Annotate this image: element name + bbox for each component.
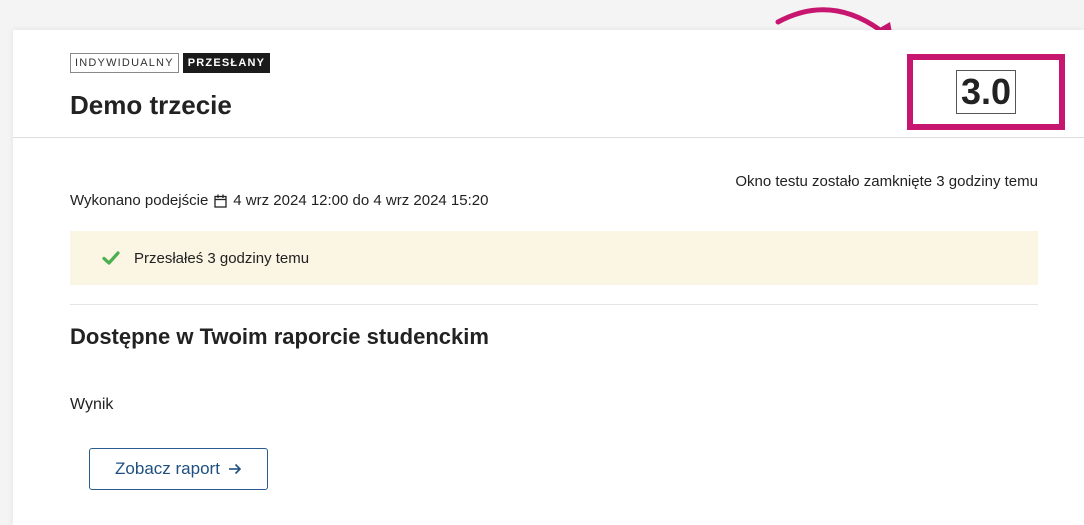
submission-message: Przesłałeś 3 godziny temu: [134, 249, 310, 267]
status-badge: PRZESŁANY: [182, 53, 271, 73]
section-title: Dostępne w Twoim raporcie studenckim: [70, 324, 489, 349]
assignment-card: INDYWIDUALNY PRZESŁANY Demo trzecie 3.0 …: [13, 30, 1084, 525]
attempt-info: Wykonano podejście 4 wrz 2024 12:00 do 4…: [70, 192, 488, 209]
header-divider: [13, 137, 1084, 138]
page-title: Demo trzecie: [70, 90, 232, 120]
submission-notice: Przesłałeś 3 godziny temu: [70, 231, 1038, 285]
type-badge: INDYWIDUALNY: [70, 53, 179, 73]
view-report-label: Zobacz raport: [115, 459, 220, 478]
section-divider: [70, 304, 1038, 305]
arrow-right-icon: [228, 463, 242, 475]
attempt-range: 4 wrz 2024 12:00 do 4 wrz 2024 15:20: [233, 192, 489, 209]
attempt-label: Wykonano podejście: [70, 192, 209, 209]
view-report-button[interactable]: Zobacz raport: [89, 448, 268, 490]
calendar-icon: [214, 194, 227, 208]
result-label: Wynik: [70, 396, 114, 413]
status-badges: INDYWIDUALNY PRZESŁANY: [70, 53, 271, 73]
score-value: 3.0: [955, 70, 1017, 114]
window-status: Okno testu zostało zamknięte 3 godziny t…: [735, 173, 1038, 190]
score-highlight: 3.0: [907, 54, 1065, 130]
check-icon: [102, 251, 120, 265]
